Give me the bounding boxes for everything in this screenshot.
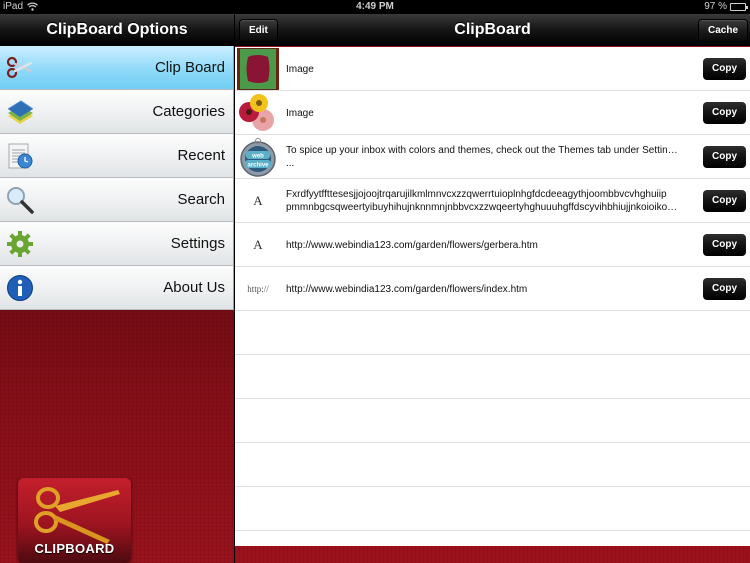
- clip-list[interactable]: Image Copy Image Copy web archive To spic…: [235, 47, 750, 546]
- options-title: ClipBoard Options: [46, 21, 188, 38]
- empty-row: [235, 355, 750, 399]
- clipboard-navbar: Edit ClipBoard Cache: [235, 14, 750, 46]
- empty-row: [235, 443, 750, 487]
- flowers-image-thumb: [237, 92, 279, 134]
- info-icon: [6, 274, 34, 302]
- clip-row[interactable]: Image Copy: [235, 91, 750, 135]
- menu-item-categories[interactable]: Categories: [0, 90, 234, 134]
- clip-text: http://www.webindia123.com/garden/flower…: [286, 283, 528, 295]
- clipboard-pane: Edit ClipBoard Cache Image Copy Image Co…: [235, 14, 750, 563]
- svg-text:web: web: [251, 154, 264, 160]
- options-menu: Clip Board Categories Recent Search Sett…: [0, 46, 234, 310]
- copy-button[interactable]: Copy: [703, 278, 746, 300]
- clip-text: Image: [286, 107, 314, 119]
- options-pane: ClipBoard Options Clip Board Categories …: [0, 14, 234, 563]
- clip-row[interactable]: A Fxrdfyytffttesesjjojoojtrqarujilkmlmnv…: [235, 179, 750, 223]
- clip-row[interactable]: http:// http://www.webindia123.com/garde…: [235, 267, 750, 311]
- clock-notepad-icon: [6, 142, 34, 170]
- magnifier-icon: [6, 186, 34, 214]
- clock: 4:49 PM: [356, 1, 394, 12]
- clip-row[interactable]: A http://www.webindia123.com/garden/flow…: [235, 223, 750, 267]
- cache-button[interactable]: Cache: [697, 19, 748, 42]
- url-type-icon: http://: [247, 284, 269, 294]
- menu-item-search[interactable]: Search: [0, 178, 234, 222]
- app-logo: CLIPBOARD: [18, 478, 131, 563]
- scissors-icon: [6, 54, 34, 82]
- clip-text: Fxrdfyytffttesesjjojoojtrqarujilkmlmnvcx…: [286, 189, 680, 213]
- clip-text: To spice up your inbox with colors and t…: [286, 145, 680, 169]
- menu-label: About Us: [163, 279, 225, 296]
- menu-label: Recent: [177, 147, 225, 164]
- text-type-icon: A: [253, 237, 263, 252]
- menu-item-recent[interactable]: Recent: [0, 134, 234, 178]
- clip-text: http://www.webindia123.com/garden/flower…: [286, 239, 538, 251]
- copy-button[interactable]: Copy: [703, 190, 746, 212]
- text-type-icon: A: [253, 193, 263, 208]
- copy-button[interactable]: Copy: [703, 146, 746, 168]
- status-bar: iPad 4:49 PM 97 %: [0, 0, 750, 14]
- copy-button[interactable]: Copy: [703, 58, 746, 80]
- web-archive-icon: web archive: [237, 136, 279, 178]
- menu-label: Clip Board: [154, 59, 225, 76]
- pattern-image-thumb: [237, 48, 279, 90]
- empty-row: [235, 311, 750, 355]
- logo-text: CLIPBOARD: [34, 541, 115, 556]
- svg-text:archive: archive: [247, 163, 269, 169]
- menu-item-about-us[interactable]: About Us: [0, 266, 234, 310]
- empty-row: [235, 487, 750, 531]
- battery-icon: [730, 2, 748, 11]
- clipboard-title: ClipBoard: [454, 21, 531, 38]
- menu-label: Settings: [170, 235, 225, 252]
- options-navbar: ClipBoard Options: [0, 14, 234, 46]
- menu-item-clip-board[interactable]: Clip Board: [0, 46, 234, 90]
- clip-text: Image: [286, 63, 314, 75]
- empty-row: [235, 399, 750, 443]
- clip-row[interactable]: web archive To spice up your inbox with c…: [235, 135, 750, 179]
- gear-icon: [6, 230, 34, 258]
- books-icon: [6, 98, 34, 126]
- menu-label: Categories: [152, 103, 225, 120]
- clip-row[interactable]: Image Copy: [235, 47, 750, 91]
- menu-label: Search: [177, 191, 225, 208]
- battery-percent: 97 %: [704, 1, 727, 12]
- copy-button[interactable]: Copy: [703, 234, 746, 256]
- copy-button[interactable]: Copy: [703, 102, 746, 124]
- menu-item-settings[interactable]: Settings: [0, 222, 234, 266]
